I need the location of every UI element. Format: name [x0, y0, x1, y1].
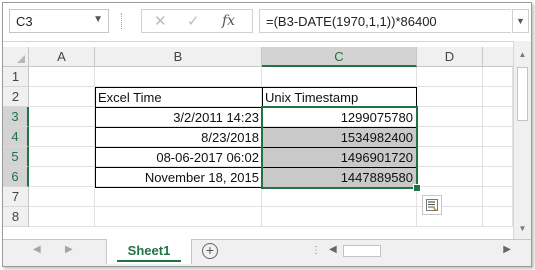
empty-cell[interactable]	[262, 187, 417, 207]
column-header-e-partial[interactable]	[483, 47, 513, 67]
formula-buttons: ✕ ✓ fx	[141, 9, 253, 33]
column-header-a[interactable]: A	[29, 47, 95, 67]
formula-text: =(B3-DATE(1970,1,1))*86400	[266, 14, 437, 29]
empty-cell[interactable]	[29, 147, 95, 167]
row-header-2[interactable]: 2	[3, 87, 29, 107]
empty-cell[interactable]	[483, 147, 513, 167]
name-box[interactable]: C3 ▼	[9, 9, 109, 33]
cancel-icon[interactable]: ✕	[154, 12, 167, 30]
row-header-6[interactable]: 6	[3, 167, 29, 187]
name-box-dropdown-icon[interactable]: ▼	[93, 14, 103, 25]
cell-c2[interactable]: Unix Timestamp	[262, 87, 417, 108]
sheet-tab-sheet1[interactable]: Sheet1	[106, 239, 192, 264]
cell-b2[interactable]: Excel Time	[95, 87, 263, 108]
empty-cell[interactable]	[417, 87, 483, 107]
empty-cell[interactable]	[95, 187, 262, 207]
active-tab-underline	[117, 260, 181, 262]
empty-cell[interactable]	[29, 107, 95, 127]
empty-cell[interactable]	[417, 147, 483, 167]
cell-b4[interactable]: 8/23/2018	[95, 127, 263, 148]
row-header-7[interactable]: 7	[3, 187, 29, 207]
quick-analysis-icon	[426, 199, 438, 211]
cell-b3[interactable]: 3/2/2011 14:23	[95, 107, 263, 128]
cell-c4[interactable]: 1534982400	[262, 127, 417, 148]
triangle-left-icon[interactable]: ◀	[33, 244, 41, 255]
empty-cell[interactable]	[483, 187, 513, 207]
empty-cell[interactable]	[417, 167, 483, 187]
enter-icon[interactable]: ✓	[187, 12, 200, 30]
empty-cell[interactable]	[417, 67, 483, 87]
empty-cell[interactable]	[483, 87, 513, 107]
cell-c5[interactable]: 1496901720	[262, 147, 417, 168]
cell-c3[interactable]: 1299075780	[262, 107, 417, 128]
scroll-right-icon[interactable]: ▶	[503, 244, 511, 255]
row-header-8[interactable]: 8	[3, 207, 29, 227]
horizontal-scroll-thumb[interactable]	[343, 245, 381, 257]
empty-cell[interactable]	[483, 67, 513, 87]
sheet-tab-bar: ◀ ▶ Sheet1 + ⋮ ◀ ▶	[3, 239, 531, 266]
select-all-icon	[17, 55, 25, 63]
row-header-1[interactable]: 1	[3, 67, 29, 87]
row-header-3[interactable]: 3	[3, 107, 29, 127]
insert-function-icon[interactable]: fx	[222, 13, 235, 29]
empty-cell[interactable]	[417, 127, 483, 147]
empty-cell[interactable]	[262, 207, 417, 227]
quick-analysis-button[interactable]	[422, 195, 442, 215]
empty-cell[interactable]	[483, 167, 513, 187]
row-header-5[interactable]: 5	[3, 147, 29, 167]
row-header-4[interactable]: 4	[3, 127, 29, 147]
column-header-c[interactable]: C	[262, 47, 417, 67]
horizontal-scrollbar[interactable]: ◀ ▶	[327, 243, 513, 261]
empty-cell[interactable]	[95, 67, 262, 87]
empty-cell[interactable]	[29, 207, 95, 227]
formula-bar: C3 ▼ ✕ ✓ fx =(B3-DATE(1970,1,1))*86400 ▼	[3, 3, 531, 42]
scroll-up-icon[interactable]: ▲	[514, 47, 531, 63]
triangle-right-icon[interactable]: ▶	[65, 244, 73, 255]
sheet-tab-label: Sheet1	[127, 243, 171, 258]
cell-b6[interactable]: November 18, 2015	[95, 167, 263, 188]
scroll-left-icon[interactable]: ◀	[329, 244, 337, 255]
tab-split-handle-icon[interactable]: ⋮	[311, 245, 322, 256]
cell-b5[interactable]: 08-06-2017 06:02	[95, 147, 263, 168]
formula-bar-separator	[121, 13, 124, 29]
worksheet-grid[interactable]: A B C D 1 2 3 4 5 6 7 8 Excel Time Unix …	[3, 47, 513, 239]
column-header-b[interactable]: B	[95, 47, 262, 67]
empty-cell[interactable]	[29, 67, 95, 87]
expand-formula-bar-icon[interactable]: ▼	[512, 9, 529, 33]
column-header-d[interactable]: D	[417, 47, 483, 67]
empty-cell[interactable]	[417, 107, 483, 127]
scroll-down-icon[interactable]: ▼	[514, 221, 531, 237]
select-all-button[interactable]	[3, 47, 29, 67]
empty-cell[interactable]	[483, 127, 513, 147]
empty-cell[interactable]	[483, 207, 513, 227]
empty-cell[interactable]	[29, 187, 95, 207]
empty-cell[interactable]	[29, 127, 95, 147]
empty-cell[interactable]	[29, 87, 95, 107]
fill-handle[interactable]	[413, 184, 421, 192]
cell-c6[interactable]: 1447889580	[262, 167, 417, 188]
empty-cell[interactable]	[95, 207, 262, 227]
empty-cell[interactable]	[262, 67, 417, 87]
name-box-value: C3	[16, 14, 33, 29]
vertical-scroll-thumb[interactable]	[517, 67, 528, 121]
plus-circle-icon[interactable]: +	[202, 243, 218, 259]
excel-window: C3 ▼ ✕ ✓ fx =(B3-DATE(1970,1,1))*86400 ▼…	[2, 2, 532, 267]
vertical-scrollbar[interactable]: ▲ ▼	[513, 41, 531, 239]
empty-cell[interactable]	[29, 167, 95, 187]
empty-cell[interactable]	[483, 107, 513, 127]
formula-input[interactable]: =(B3-DATE(1970,1,1))*86400	[259, 9, 511, 33]
